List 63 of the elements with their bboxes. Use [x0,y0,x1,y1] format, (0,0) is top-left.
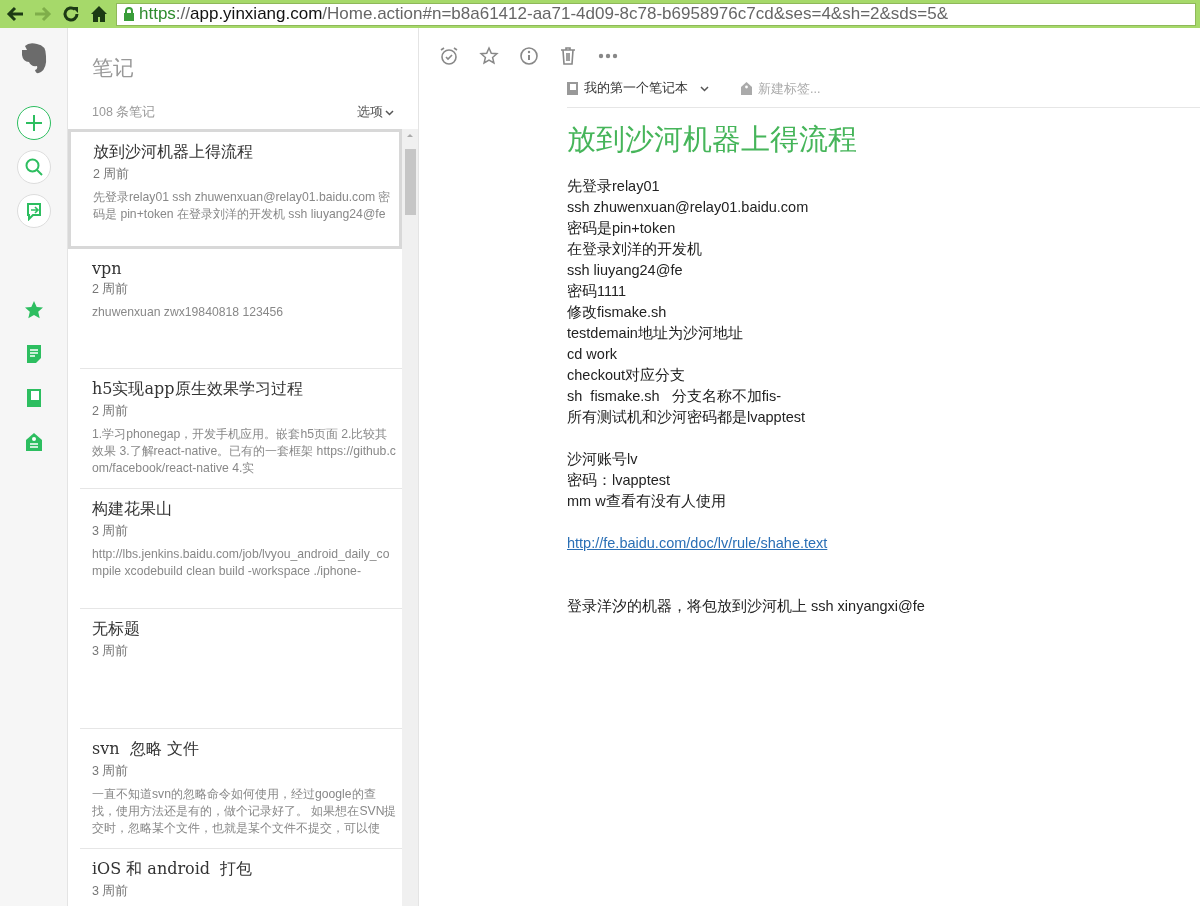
search-button[interactable] [16,150,51,184]
note-text-line: testdemain地址为沙河地址 [567,324,744,343]
chevron-down-icon [385,109,394,116]
note-text-line: 所有测试机和沙河密码都是lvapptest [567,408,807,427]
delete-button[interactable] [559,46,577,66]
note-preview: 一直不知道svn的忽略命令如何使用，经过google的查找，使用方法还是有的，做个记录好了。 如果想在SVN提交时，忽略某个文件，也就是某个文件不提交，可以使 [92,786,397,837]
note-text-line: sh fismake.sh 分支名称不加fis- [567,387,783,406]
note-text-line: ssh liuyang24@fe [567,261,684,280]
work-chat-button[interactable] [16,194,51,228]
notebook-selector[interactable]: 我的第一个笔记本 [567,80,709,97]
reminder-button[interactable] [439,46,459,66]
note-date: 3 周前 [92,883,130,900]
note-text-line: 登录洋汐的机器，将包放到沙河机上 ssh xinyangxi@fe [567,597,926,616]
note-text-line: mm w查看有没有人使用 [567,492,727,511]
note-title: iOS 和 android 打包 [92,859,254,880]
note-title: 构建花果山 [92,499,173,520]
notes-panel-title: 笔记 [92,55,135,81]
note-date: 3 周前 [92,643,130,660]
scrollbar-thumb[interactable] [405,149,416,215]
note-preview: 先登录relay01 ssh zhuwenxuan@relay01.baidu.com 密码是 pin+token 在登录刘洋的开发机 ssh liuyang24@fe [93,189,392,223]
note-title: 放到沙河机器上得流程 [93,142,254,163]
note-text-line: 密码：lvapptest [567,471,672,490]
note-title: 无标题 [92,619,141,640]
note-heading: 放到沙河机器上得流程 [567,121,858,158]
note-card[interactable]: 放到沙河机器上得流程 2 周前 先登录relay01 ssh zhuwenxuan@relay01.baidu.com 密码是 pin+token 在登录刘洋的开发机 ssh liuyang24@fe [68,129,402,249]
note-title: svn 忽略 文件 [92,739,200,760]
shortcuts-button[interactable] [23,300,44,320]
tags-button[interactable] [24,432,43,452]
info-button[interactable] [519,46,539,66]
note-text-line: 密码1111 [567,282,628,301]
lock-icon [123,6,135,22]
note-text-line: 先登录relay01 [567,177,661,196]
note-text-line: cd work [567,345,618,364]
note-date: 2 周前 [92,403,130,420]
note-text-line: 修改fismake.sh [567,303,668,322]
note-text-line: 沙河账号lv [567,450,639,469]
shortcut-star-button[interactable] [479,46,499,66]
note-date: 2 周前 [92,281,130,298]
note-text-line: ssh zhuwenxuan@relay01.baidu.com [567,198,810,217]
note-date: 3 周前 [92,763,130,780]
notebooks-button[interactable] [25,388,42,408]
plus-icon [23,113,44,133]
notebook-icon [567,82,578,95]
note-date: 3 周前 [92,523,130,540]
note-count: 108 条笔记 [92,104,156,121]
note-title: h5实现app原生效果学习过程 [92,379,304,400]
scrollbar[interactable] [402,129,418,906]
note-text-line: 在登录刘洋的开发机 [567,240,703,259]
notes-button[interactable] [25,344,42,364]
options-dropdown[interactable]: 选项 [357,104,394,121]
note-title: vpn [92,259,123,278]
note-date: 2 周前 [93,166,131,183]
chevron-down-icon [700,85,709,92]
new-note-button[interactable] [16,106,51,140]
note-preview: http://lbs.jenkins.baidu.com/job/lvyou_android_daily_compile xcodebuild clean build -workspace ./iphone- [92,546,391,580]
tag-icon [741,82,752,95]
note-text-line: checkout对应分支 [567,366,687,385]
search-icon [23,157,44,177]
note-preview: 1.学习phonegap，开发手机应用。嵌套h5页面 2.比较其效果 3.了解react-native。已有的一套框架 https://github.com/facebook/react-native 4.实 [92,426,397,477]
note-text-line: 密码是pin+token [567,219,677,238]
note-link[interactable]: http://fe.baidu.com/doc/lv/rule/shahe.text [567,533,828,554]
address-field[interactable]: https://app.yinxiang.com/Home.action#n=b8a61412-aa71-4d09-8c78-b6958976c7cd&ses=4&sh=2&sds=5& [116,2,1196,26]
note-preview: zhuwenxuan zwx19840818 123456 [92,304,285,321]
